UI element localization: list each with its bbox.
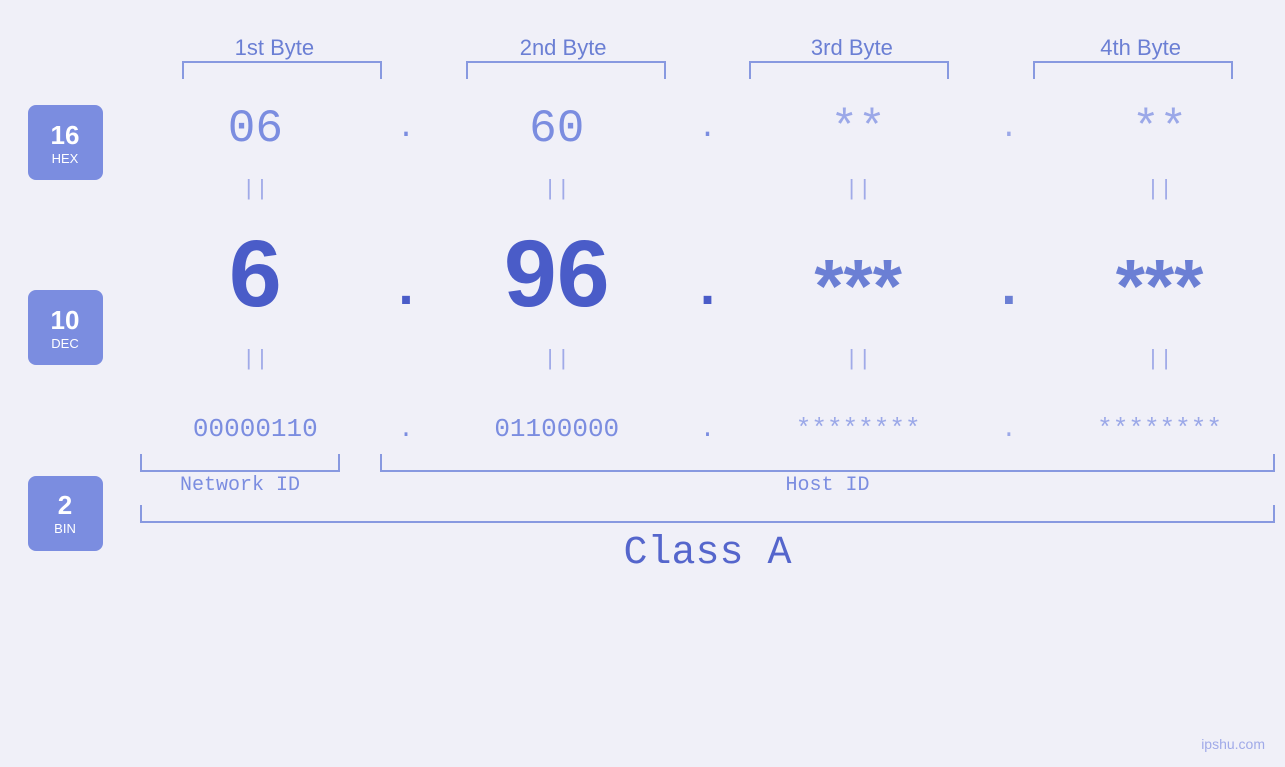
hex-badge: 16 HEX: [28, 105, 103, 180]
bin-col4: ********: [1060, 414, 1260, 444]
page-container: 16 HEX 10 DEC 2 BIN 1st Byte 2nd Byte: [0, 0, 1285, 767]
bin-dot-3: .: [989, 415, 1029, 444]
class-label-container: Class A: [130, 523, 1285, 576]
byte2-label: 2nd Byte: [520, 35, 607, 60]
equals-4: ||: [1146, 177, 1172, 202]
base-labels-column: 16 HEX 10 DEC 2 BIN: [0, 20, 130, 576]
equals2-2: ||: [544, 347, 570, 372]
equals-3: ||: [845, 177, 871, 202]
class-label: Class A: [623, 531, 791, 576]
byte1-label: 1st Byte: [235, 35, 314, 60]
top-bracket-3: [749, 61, 949, 79]
network-bracket: [140, 454, 340, 472]
dec-value-2: 96: [504, 221, 610, 327]
dec-number: 10: [51, 305, 80, 336]
equals-row-1: || || || ||: [130, 169, 1285, 209]
host-bracket: [380, 454, 1275, 472]
hex-number: 16: [51, 120, 80, 151]
byte4-header: 4th Byte: [1016, 35, 1266, 61]
id-labels: Network ID Host ID: [130, 472, 1285, 497]
bottom-brackets-row: [130, 449, 1285, 472]
top-bracket-1: [182, 61, 382, 79]
bin-dot-2: .: [687, 415, 727, 444]
hex-dot-1: .: [386, 112, 426, 146]
dec-col2: 96: [457, 220, 657, 329]
dec-col4: ***: [1060, 243, 1260, 329]
byte1-header: 1st Byte: [149, 35, 399, 61]
bin-col1: 00000110: [155, 414, 355, 444]
equals-row-2: || || || ||: [130, 339, 1285, 379]
bin-value-1: 00000110: [193, 414, 318, 444]
dec-value-1: 6: [229, 221, 282, 327]
dec-col1: 6: [155, 220, 355, 329]
bin-badge: 2 BIN: [28, 476, 103, 551]
dec-dot-3: .: [989, 258, 1029, 329]
hex-col1: 06: [155, 103, 355, 155]
top-brackets-row: [130, 61, 1285, 89]
top-bracket-4: [1033, 61, 1233, 79]
hex-name: HEX: [52, 151, 79, 166]
main-layout: 16 HEX 10 DEC 2 BIN 1st Byte 2nd Byte: [0, 20, 1285, 576]
dec-dot-1: .: [386, 258, 426, 329]
byte3-label: 3rd Byte: [811, 35, 893, 60]
right-section: 1st Byte 2nd Byte 3rd Byte 4th Byte: [130, 20, 1285, 576]
bin-value-4: ********: [1097, 414, 1222, 444]
hex-col4: **: [1060, 103, 1260, 155]
dec-dot-2: .: [687, 258, 727, 329]
host-id-label: Host ID: [785, 474, 869, 497]
bin-value-2: 01100000: [494, 414, 619, 444]
hex-value-1: 06: [228, 103, 283, 155]
hex-value-3: **: [831, 103, 886, 155]
hex-dot-3: .: [989, 112, 1029, 146]
hex-value-4: **: [1132, 103, 1187, 155]
equals-1: ||: [242, 177, 268, 202]
bin-number: 2: [58, 490, 72, 521]
hex-value-2: 60: [529, 103, 584, 155]
dec-badge: 10 DEC: [28, 290, 103, 365]
bin-row: 00000110 . 01100000 . ******** .: [130, 379, 1285, 449]
dec-name: DEC: [51, 336, 78, 351]
dec-value-4: ***: [1116, 244, 1204, 328]
dec-row: 6 . 96 . *** . ***: [130, 209, 1285, 339]
bin-col3: ********: [758, 414, 958, 444]
hex-row: 06 . 60 . ** . **: [130, 89, 1285, 169]
network-id-label: Network ID: [180, 474, 300, 497]
dec-value-3: ***: [814, 244, 902, 328]
byte3-header: 3rd Byte: [727, 35, 977, 61]
bin-value-3: ********: [796, 414, 921, 444]
watermark: ipshu.com: [1201, 736, 1265, 752]
bin-dot-1: .: [386, 415, 426, 444]
hex-col2: 60: [457, 103, 657, 155]
equals-2: ||: [544, 177, 570, 202]
byte-headers-row: 1st Byte 2nd Byte 3rd Byte 4th Byte: [130, 20, 1285, 61]
hex-col3: **: [758, 103, 958, 155]
full-bottom-bracket: [140, 505, 1275, 523]
byte4-label: 4th Byte: [1100, 35, 1181, 60]
dec-col3: ***: [758, 243, 958, 329]
bin-col2: 01100000: [457, 414, 657, 444]
equals2-1: ||: [242, 347, 268, 372]
byte2-header: 2nd Byte: [438, 35, 688, 61]
top-bracket-2: [466, 61, 666, 79]
equals2-3: ||: [845, 347, 871, 372]
bin-name: BIN: [54, 521, 76, 536]
hex-dot-2: .: [687, 112, 727, 146]
equals2-4: ||: [1146, 347, 1172, 372]
